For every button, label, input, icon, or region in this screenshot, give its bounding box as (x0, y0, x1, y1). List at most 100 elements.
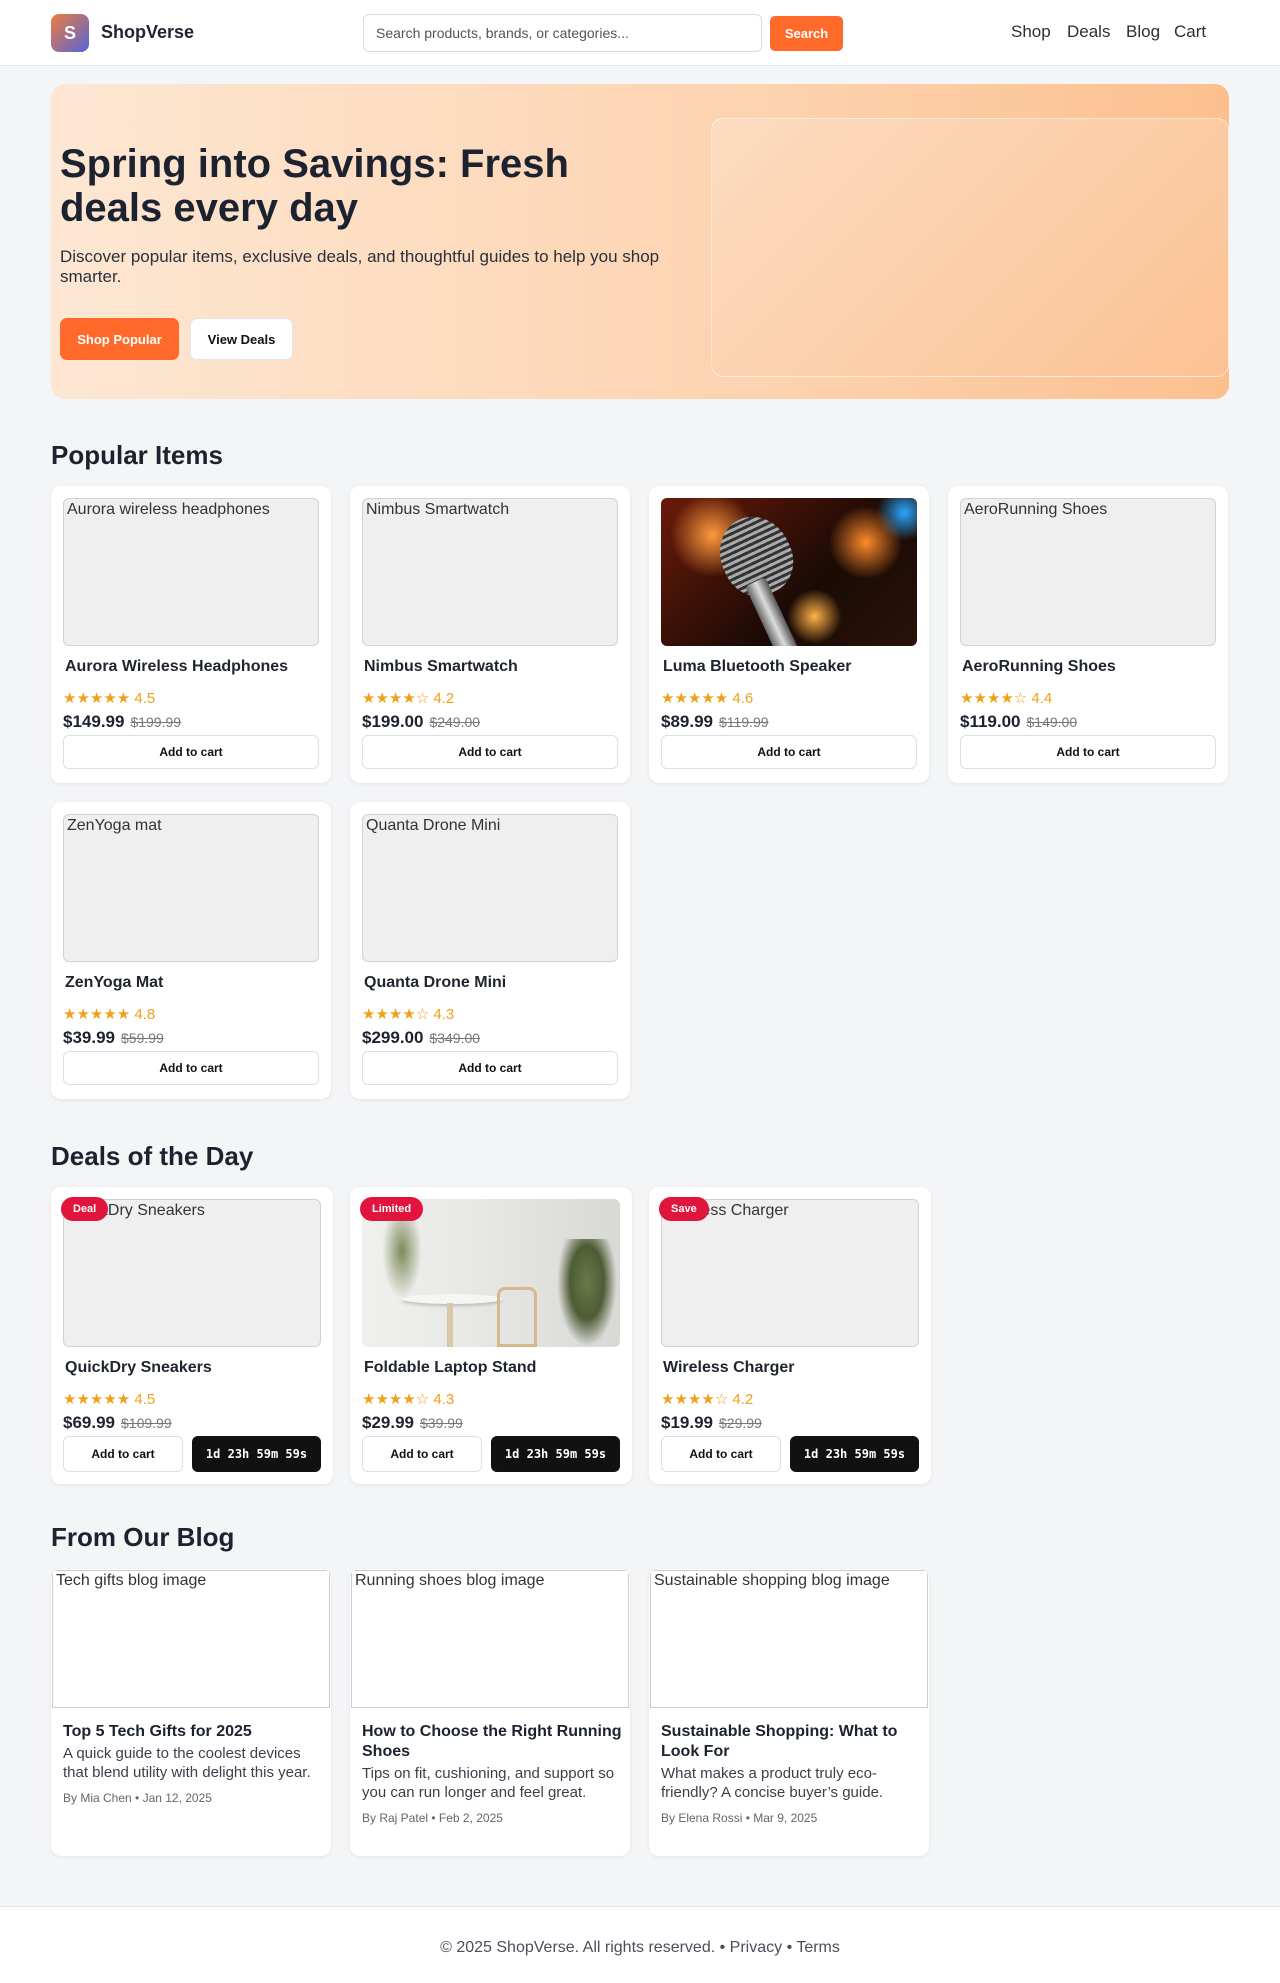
add-to-cart-button[interactable]: Add to cart (362, 1051, 618, 1085)
table-leg-shape (447, 1303, 453, 1347)
star-icons: ★★★★☆ (661, 1391, 729, 1408)
product-rating: ★★★★★ 4.5 (63, 689, 155, 707)
deal-name[interactable]: QuickDry Sneakers (65, 1359, 212, 1377)
product-card: Luma Bluetooth Speaker ★★★★★ 4.6 $89.99 $… (649, 486, 929, 783)
blog-post-title[interactable]: Top 5 Tech Gifts for 2025 (63, 1722, 325, 1742)
current-price: $149.99 (63, 712, 125, 731)
nav-deals[interactable]: Deals (1067, 22, 1110, 42)
blog-image[interactable]: Running shoes blog image (351, 1570, 629, 1708)
add-to-cart-button[interactable]: Add to cart (362, 1436, 482, 1472)
hero-banner: Spring into Savings: Fresh deals every d… (51, 84, 1229, 399)
product-rating: ★★★★☆ 4.2 (362, 689, 454, 707)
microphone-photo (661, 498, 917, 646)
deals-section-title: Deals of the Day (51, 1141, 254, 1171)
product-name[interactable]: Aurora Wireless Headphones (65, 658, 288, 676)
search-input[interactable] (363, 14, 762, 52)
popular-section-title: Popular Items (51, 440, 223, 470)
product-image[interactable]: ZenYoga mat (63, 814, 319, 962)
blog-post-excerpt: A quick guide to the coolest devices tha… (63, 1745, 311, 1781)
nav-blog[interactable]: Blog (1126, 22, 1160, 42)
product-image[interactable]: Nimbus Smartwatch (362, 498, 618, 646)
product-rating: ★★★★☆ 4.4 (960, 689, 1052, 707)
product-name[interactable]: ZenYoga Mat (65, 974, 163, 992)
star-icons: ★★★★★ (63, 1006, 131, 1023)
blog-post-title-block: Top 5 Tech Gifts for 2025 A quick guide … (63, 1722, 325, 1808)
countdown-timer: 1d 23h 59m 59s (790, 1436, 919, 1472)
product-rating: ★★★★☆ 4.3 (362, 1005, 454, 1023)
countdown-timer: 1d 23h 59m 59s (192, 1436, 321, 1472)
product-name[interactable]: Nimbus Smartwatch (364, 658, 518, 676)
product-image[interactable]: AeroRunning Shoes (960, 498, 1216, 646)
blog-post-card[interactable]: Tech gifts blog image Top 5 Tech Gifts f… (51, 1569, 331, 1856)
product-name[interactable]: Quanta Drone Mini (364, 974, 506, 992)
add-to-cart-button[interactable]: Add to cart (960, 735, 1216, 769)
add-to-cart-button[interactable]: Add to cart (362, 735, 618, 769)
laptop-stand-photo (362, 1199, 620, 1347)
plant-shape (557, 1239, 617, 1347)
add-to-cart-button[interactable]: Add to cart (661, 1436, 781, 1472)
blog-image[interactable]: Tech gifts blog image (52, 1570, 330, 1708)
rating-value: 4.5 (134, 1391, 156, 1408)
star-icons: ★★★★☆ (362, 1391, 430, 1408)
blog-post-excerpt: Tips on fit, cushioning, and support so … (362, 1765, 615, 1801)
deal-image[interactable]: QuickDry Sneakers (63, 1199, 321, 1347)
product-image[interactable] (661, 498, 917, 646)
deal-image[interactable] (362, 1199, 620, 1347)
blog-post-card[interactable]: Running shoes blog image How to Choose t… (350, 1569, 630, 1856)
product-image[interactable]: Aurora wireless headphones (63, 498, 319, 646)
blog-post-title[interactable]: How to Choose the Right Running Shoes (362, 1722, 624, 1762)
current-price: $89.99 (661, 712, 713, 731)
deal-image[interactable]: Wireless Charger (661, 1199, 919, 1347)
product-rating: ★★★★★ 4.8 (63, 1005, 155, 1023)
product-name[interactable]: AeroRunning Shoes (962, 658, 1116, 676)
search-button[interactable]: Search (770, 16, 843, 51)
logo-badge[interactable]: S (51, 14, 89, 52)
old-price: $59.99 (121, 1030, 164, 1046)
blog-image[interactable]: Sustainable shopping blog image (650, 1570, 928, 1708)
current-price: $29.99 (362, 1413, 414, 1432)
product-card: AeroRunning Shoes AeroRunning Shoes ★★★★… (948, 486, 1228, 783)
blog-post-title-block: Sustainable Shopping: What to Look For W… (661, 1722, 923, 1828)
rating-value: 4.2 (732, 1391, 754, 1408)
current-price: $69.99 (63, 1413, 115, 1432)
product-price: $299.00 $349.00 (362, 1028, 480, 1048)
old-price: $29.99 (719, 1415, 762, 1431)
add-to-cart-button[interactable]: Add to cart (63, 735, 319, 769)
current-price: $299.00 (362, 1028, 424, 1047)
star-icons: ★★★★★ (63, 690, 131, 707)
countdown-timer: 1d 23h 59m 59s (491, 1436, 620, 1472)
footer-separator: • (782, 1939, 797, 1956)
add-to-cart-button[interactable]: Add to cart (63, 1051, 319, 1085)
footer-copyright: © 2025 ShopVerse. All rights reserved. (440, 1939, 716, 1956)
old-price: $119.99 (719, 714, 769, 730)
nav-shop[interactable]: Shop (1011, 22, 1051, 42)
deal-name[interactable]: Wireless Charger (663, 1359, 794, 1377)
view-deals-button[interactable]: View Deals (190, 318, 293, 360)
deal-name[interactable]: Foldable Laptop Stand (364, 1359, 536, 1377)
deal-rating: ★★★★☆ 4.2 (661, 1390, 753, 1408)
old-price: $249.00 (429, 714, 481, 730)
footer-separator: • (715, 1939, 730, 1956)
shop-popular-button[interactable]: Shop Popular (60, 318, 179, 360)
product-card: Nimbus Smartwatch Nimbus Smartwatch ★★★★… (350, 486, 630, 783)
product-price: $149.99 $199.99 (63, 712, 181, 732)
product-card: Quanta Drone Mini Quanta Drone Mini ★★★★… (350, 802, 630, 1099)
blog-post-card[interactable]: Sustainable shopping blog image Sustaina… (649, 1569, 929, 1856)
old-price: $149.00 (1026, 714, 1078, 730)
footer-terms-link[interactable]: Terms (796, 1939, 840, 1956)
deal-rating: ★★★★★ 4.5 (63, 1390, 155, 1408)
brand-name[interactable]: ShopVerse (101, 22, 194, 43)
current-price: $199.00 (362, 712, 424, 731)
blog-post-title[interactable]: Sustainable Shopping: What to Look For (661, 1722, 923, 1762)
add-to-cart-button[interactable]: Add to cart (661, 735, 917, 769)
rating-value: 4.3 (433, 1006, 455, 1023)
add-to-cart-button[interactable]: Add to cart (63, 1436, 183, 1472)
footer-privacy-link[interactable]: Privacy (730, 1939, 782, 1956)
product-image[interactable]: Quanta Drone Mini (362, 814, 618, 962)
deal-badge: Deal (61, 1197, 109, 1221)
product-card: Aurora wireless headphones Aurora Wirele… (51, 486, 331, 783)
star-icons: ★★★★★ (661, 690, 729, 707)
product-name[interactable]: Luma Bluetooth Speaker (663, 658, 851, 676)
nav-cart[interactable]: Cart (1174, 22, 1206, 42)
blog-post-excerpt: What makes a product truly eco-friendly?… (661, 1765, 884, 1801)
